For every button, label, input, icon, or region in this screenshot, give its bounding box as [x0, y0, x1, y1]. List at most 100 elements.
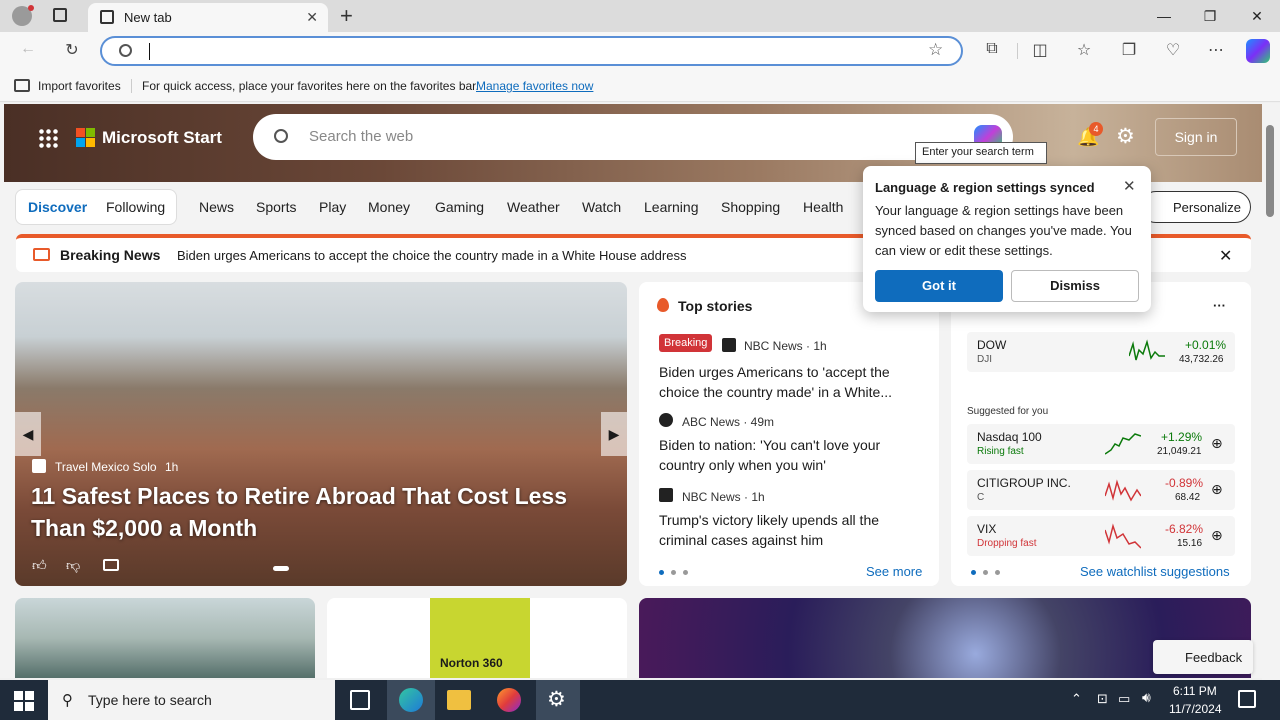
ticker-change: +1.29% — [1161, 430, 1203, 444]
volume-icon[interactable]: 🔊︎ — [1142, 689, 1151, 706]
favorites-icon[interactable]: ☆ — [1072, 40, 1096, 60]
add-watchlist-icon[interactable]: ⊕ — [1211, 435, 1223, 452]
address-bar[interactable]: ☆ — [100, 36, 963, 66]
edge-taskbar-button[interactable] — [387, 680, 435, 720]
dow-row[interactable]: DOW DJI +0.01% 43,732.26 — [967, 332, 1235, 372]
carousel-prev-icon[interactable]: ◀ — [15, 412, 41, 456]
minimize-button[interactable]: — — [1141, 0, 1187, 32]
personalize-button[interactable]: Personalize — [1140, 191, 1251, 223]
ticker-sub: Dropping fast — [977, 538, 1037, 549]
sign-in-button[interactable]: Sign in — [1155, 118, 1237, 156]
firefox-icon[interactable] — [497, 688, 521, 712]
article-card-image[interactable] — [15, 598, 315, 678]
pager-dot[interactable] — [671, 570, 676, 575]
back-icon[interactable]: ← — [16, 40, 40, 58]
market-row[interactable]: Nasdaq 100 Rising fast +1.29% 21,049.21 — [967, 424, 1235, 464]
more-menu-icon[interactable]: ⋯ — [1204, 40, 1228, 60]
story-headline[interactable]: Biden to nation: 'You can't love your co… — [659, 435, 921, 475]
norton-ad-card[interactable]: Norton 360 — [327, 598, 627, 678]
carousel-next-icon[interactable]: ▶ — [601, 412, 627, 456]
apps-launcher-icon[interactable] — [38, 128, 58, 148]
ticker-sub: C — [977, 492, 985, 503]
tab-new-tab[interactable]: New tab ✕ — [88, 3, 328, 32]
hero-article[interactable]: ◀ ▶ Travel Mexico Solo 1h 11 Safest Plac… — [15, 282, 627, 586]
settings-gear-icon[interactable]: ⚙ — [1116, 124, 1135, 149]
story-source: ABC News · 49m — [682, 415, 775, 429]
dismiss-button[interactable]: Dismiss — [1011, 270, 1139, 302]
got-it-button[interactable]: Got it — [875, 270, 1003, 302]
hero-title[interactable]: 11 Safest Places to Retire Abroad That C… — [31, 480, 621, 544]
dislike-icon[interactable]: 👎︎ — [66, 557, 80, 574]
pager-dot[interactable] — [983, 570, 988, 575]
market-row[interactable]: VIX Dropping fast -6.82% 15.16 — [967, 516, 1235, 556]
favorite-star-icon[interactable]: ☆ — [928, 40, 943, 60]
add-watchlist-icon[interactable]: ⊕ — [1211, 527, 1223, 544]
tab-actions-icon[interactable] — [53, 8, 67, 22]
notification-center-icon[interactable] — [1238, 690, 1256, 708]
pager-dot[interactable] — [683, 570, 688, 575]
nav-money[interactable]: Money — [368, 199, 410, 215]
copilot-icon[interactable] — [1246, 39, 1270, 63]
title-bar: New tab ✕ + — ❐ ✕ — [0, 0, 1280, 32]
collections-icon[interactable]: ❐ — [1117, 40, 1141, 60]
search-icon — [119, 44, 132, 57]
ticker-name: DOW — [977, 338, 1007, 352]
clock-time[interactable]: 6:11 PM — [1173, 684, 1217, 698]
popup-body: Your language & region settings have bee… — [875, 203, 1132, 258]
taskbar-search-box[interactable]: ⚲ Type here to search — [48, 680, 335, 720]
nav-news[interactable]: News — [199, 199, 234, 215]
settings-synced-popup: Language & region settings synced ✕ Your… — [863, 166, 1151, 312]
comment-icon[interactable] — [103, 559, 119, 571]
maximize-button[interactable]: ❐ — [1187, 0, 1233, 32]
import-favorites-link[interactable]: Import favorites — [38, 79, 121, 93]
clock-date[interactable]: 11/7/2024 — [1169, 702, 1222, 716]
manage-favorites-link[interactable]: Manage favorites now — [476, 79, 593, 93]
search-placeholder: Search the web — [309, 128, 414, 145]
scrollbar-thumb[interactable] — [1266, 125, 1274, 217]
feedback-button[interactable]: Feedback — [1153, 640, 1253, 674]
nav-play[interactable]: Play — [319, 199, 346, 215]
close-banner-icon[interactable]: ✕ — [1219, 246, 1232, 266]
story-headline[interactable]: Biden urges Americans to 'accept the cho… — [659, 362, 921, 402]
markets-more-icon[interactable]: ··· — [1213, 298, 1226, 313]
tab-following[interactable]: Following — [106, 199, 165, 215]
close-popup-icon[interactable]: ✕ — [1123, 177, 1136, 195]
web-search-box[interactable]: Search the web — [253, 114, 1013, 160]
refresh-icon[interactable]: ↻ — [60, 40, 84, 60]
like-icon[interactable]: 👍︎ — [32, 557, 47, 574]
close-tab-icon[interactable]: ✕ — [306, 9, 318, 26]
new-tab-button[interactable]: + — [340, 3, 353, 29]
pager-dot[interactable] — [995, 570, 1000, 575]
split-screen-icon[interactable]: ◫ — [1028, 40, 1052, 60]
wifi-icon[interactable]: ▭ — [1118, 691, 1130, 707]
feedback-label: Feedback — [1185, 650, 1243, 665]
see-more-link[interactable]: See more — [866, 564, 922, 579]
network-icon[interactable]: ⊡ — [1097, 691, 1108, 707]
market-row[interactable]: CITIGROUP INC. C -0.89% 68.42 — [967, 470, 1235, 510]
nbc-logo — [722, 338, 736, 352]
page-scrollbar[interactable] — [1262, 103, 1280, 680]
settings-taskbar-button[interactable]: ⚙ — [536, 680, 580, 720]
tab-discover[interactable]: Discover — [28, 199, 87, 215]
add-watchlist-icon[interactable]: ⊕ — [1211, 481, 1223, 498]
nav-gaming[interactable]: Gaming — [435, 199, 484, 215]
browser-essentials-icon[interactable]: ♡ — [1161, 40, 1185, 60]
nav-sports[interactable]: Sports — [256, 199, 296, 215]
pager-dot[interactable] — [971, 570, 976, 575]
nav-shopping[interactable]: Shopping — [721, 199, 780, 215]
windows-start-icon[interactable] — [14, 691, 34, 711]
search-icon: ⚲ — [62, 692, 73, 709]
chevron-up-icon[interactable]: ⌃ — [1071, 691, 1082, 707]
nav-learning[interactable]: Learning — [644, 199, 699, 215]
nav-health[interactable]: Health — [803, 199, 843, 215]
close-window-button[interactable]: ✕ — [1234, 0, 1280, 32]
extensions-icon[interactable]: ⧉ — [980, 40, 1004, 58]
story-headline[interactable]: Trump's victory likely upends all the cr… — [659, 510, 921, 550]
pager-dot[interactable] — [659, 570, 664, 575]
file-explorer-icon[interactable] — [447, 690, 471, 710]
see-watchlist-link[interactable]: See watchlist suggestions — [1080, 564, 1230, 579]
task-view-icon[interactable] — [350, 690, 370, 710]
nav-watch[interactable]: Watch — [582, 199, 621, 215]
nav-weather[interactable]: Weather — [507, 199, 560, 215]
breaking-headline[interactable]: Biden urges Americans to accept the choi… — [177, 248, 686, 263]
